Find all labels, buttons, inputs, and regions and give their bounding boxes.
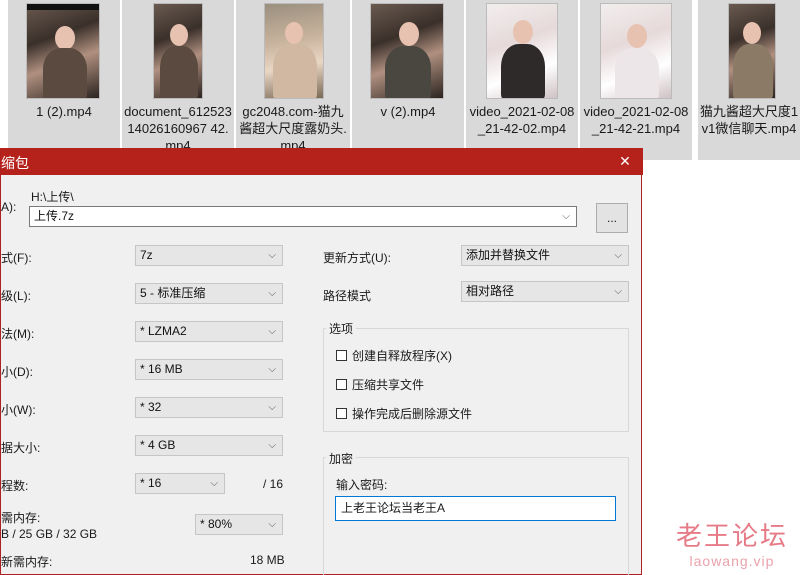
delete-after-checkbox-label: 操作完成后删除源文件: [352, 407, 473, 421]
file-explorer: 1 (2).mp4 document_61252314026160967 42.…: [0, 0, 800, 160]
update-value: 添加并替换文件: [466, 248, 551, 262]
options-title: 选项: [326, 320, 357, 337]
word-label: 小(W):: [1, 403, 36, 417]
video-thumbnail: [600, 3, 672, 99]
dict-value: * 16 MB: [140, 362, 183, 376]
dict-label: 小(D):: [1, 365, 33, 379]
chevron-down-icon: ⌵: [268, 440, 276, 451]
solid-value: * 4 GB: [140, 438, 176, 452]
archive-folder-path: H:\上传\: [31, 190, 74, 204]
archive-name-value: 上传.7z: [34, 209, 75, 223]
method-value: * LZMA2: [140, 324, 187, 338]
video-thumbnail: [486, 3, 558, 99]
video-thumbnail: [728, 3, 776, 99]
chevron-down-icon: ⌵: [614, 250, 622, 261]
memory-label: 需内存:: [1, 511, 41, 525]
chevron-down-icon: ⌵: [268, 250, 276, 261]
file-item[interactable]: gc2048.com-猫九酱超大尺度露奶头.mp4: [236, 0, 350, 160]
watermark-title: 老王论坛: [675, 522, 788, 552]
update-select[interactable]: 添加并替换文件 ⌵: [461, 245, 629, 266]
decomp-value: 18 MB: [250, 553, 285, 567]
solid-select[interactable]: * 4 GB ⌵: [135, 435, 283, 456]
format-select[interactable]: 7z ⌵: [135, 245, 283, 266]
level-select[interactable]: 5 - 标准压缩 ⌵: [135, 283, 283, 304]
password-label: 输入密码:: [336, 478, 388, 492]
checkbox-icon: [336, 408, 347, 419]
level-value: 5 - 标准压缩: [140, 286, 206, 300]
chevron-down-icon: ⌵: [268, 326, 276, 337]
dialog-title: 缩包: [1, 155, 29, 171]
delete-after-checkbox[interactable]: 操作完成后删除源文件: [336, 405, 472, 422]
method-select[interactable]: * LZMA2 ⌵: [135, 321, 283, 342]
archive-label: A):: [1, 200, 17, 214]
chevron-down-icon: ⌵: [268, 288, 276, 299]
archive-name-combo[interactable]: 上传.7z ⌵: [29, 206, 577, 227]
solid-label: 据大小:: [1, 441, 41, 455]
file-item[interactable]: v (2).mp4: [352, 0, 464, 160]
close-icon[interactable]: ✕: [613, 150, 637, 172]
password-value: 上老王论坛当老王A: [341, 501, 446, 515]
sfx-checkbox-label: 创建自释放程序(X): [352, 349, 452, 363]
shared-files-checkbox[interactable]: 压缩共享文件: [336, 376, 424, 393]
file-name: 猫九酱超大尺度1v1微信聊天.mp4: [699, 104, 799, 136]
video-thumbnail: [26, 3, 100, 99]
file-item[interactable]: document_61252314026160967 42.mp4: [122, 0, 234, 160]
memory-detail: B / 25 GB / 32 GB: [1, 527, 98, 541]
file-name: video_2021-02-08_21-42-02.mp4: [469, 104, 575, 136]
watermark-url: laowang.vip: [689, 553, 775, 569]
file-item[interactable]: 1 (2).mp4: [8, 0, 120, 160]
file-name: 1 (2).mp4: [36, 104, 92, 119]
format-label: 式(F):: [1, 251, 32, 265]
chevron-down-icon: ⌵: [614, 286, 622, 297]
pathmode-label: 路径模式: [323, 289, 372, 303]
file-name: video_2021-02-08_21-42-21.mp4: [583, 104, 689, 136]
file-name: gc2048.com-猫九酱超大尺度露奶头.mp4: [239, 104, 347, 153]
password-input[interactable]: 上老王论坛当老王A: [335, 496, 616, 521]
memory-value: * 80%: [200, 517, 233, 531]
threads-label: 程数:: [1, 479, 29, 493]
chevron-down-icon: ⌵: [562, 211, 570, 222]
checkbox-icon: [336, 350, 347, 361]
shared-files-checkbox-label: 压缩共享文件: [352, 378, 425, 392]
memory-select[interactable]: * 80% ⌵: [195, 514, 283, 535]
chevron-down-icon: ⌵: [268, 519, 276, 530]
word-select[interactable]: * 32 ⌵: [135, 397, 283, 418]
word-value: * 32: [140, 400, 162, 414]
threads-max: / 16: [263, 477, 284, 491]
threads-value: * 16: [140, 476, 162, 490]
sfx-checkbox[interactable]: 创建自释放程序(X): [336, 347, 452, 364]
add-to-archive-dialog: 缩包 ✕ A): H:\上传\ 上传.7z ⌵ ... 式(F): 7z ⌵ 级…: [0, 148, 643, 575]
file-item[interactable]: video_2021-02-08_21-42-02.mp4: [466, 0, 578, 160]
pathmode-select[interactable]: 相对路径 ⌵: [461, 281, 629, 302]
browse-button[interactable]: ...: [596, 203, 628, 233]
format-value: 7z: [140, 248, 153, 262]
method-label: 法(M):: [1, 327, 35, 341]
chevron-down-icon: ⌵: [210, 478, 218, 489]
level-label: 级(L):: [1, 289, 32, 303]
chevron-down-icon: ⌵: [268, 364, 276, 375]
update-label: 更新方式(U):: [323, 251, 391, 265]
file-name: v (2).mp4: [380, 104, 436, 119]
encryption-title: 加密: [326, 450, 357, 467]
chevron-down-icon: ⌵: [268, 402, 276, 413]
file-item[interactable]: 猫九酱超大尺度1v1微信聊天.mp4: [698, 0, 800, 160]
site-watermark: 老王论坛 laowang.vip: [676, 516, 788, 569]
video-thumbnail: [153, 3, 203, 99]
video-thumbnail: [264, 3, 324, 99]
file-item[interactable]: video_2021-02-08_21-42-21.mp4: [580, 0, 692, 160]
checkbox-icon: [336, 379, 347, 390]
video-thumbnail: [370, 3, 444, 99]
threads-select[interactable]: * 16 ⌵: [135, 473, 225, 494]
dict-select[interactable]: * 16 MB ⌵: [135, 359, 283, 380]
dialog-titlebar: 缩包 ✕: [1, 148, 643, 175]
file-name: document_61252314026160967 42.mp4: [124, 104, 232, 153]
decomp-label: 新需内存:: [1, 555, 53, 569]
pathmode-value: 相对路径: [466, 284, 515, 298]
